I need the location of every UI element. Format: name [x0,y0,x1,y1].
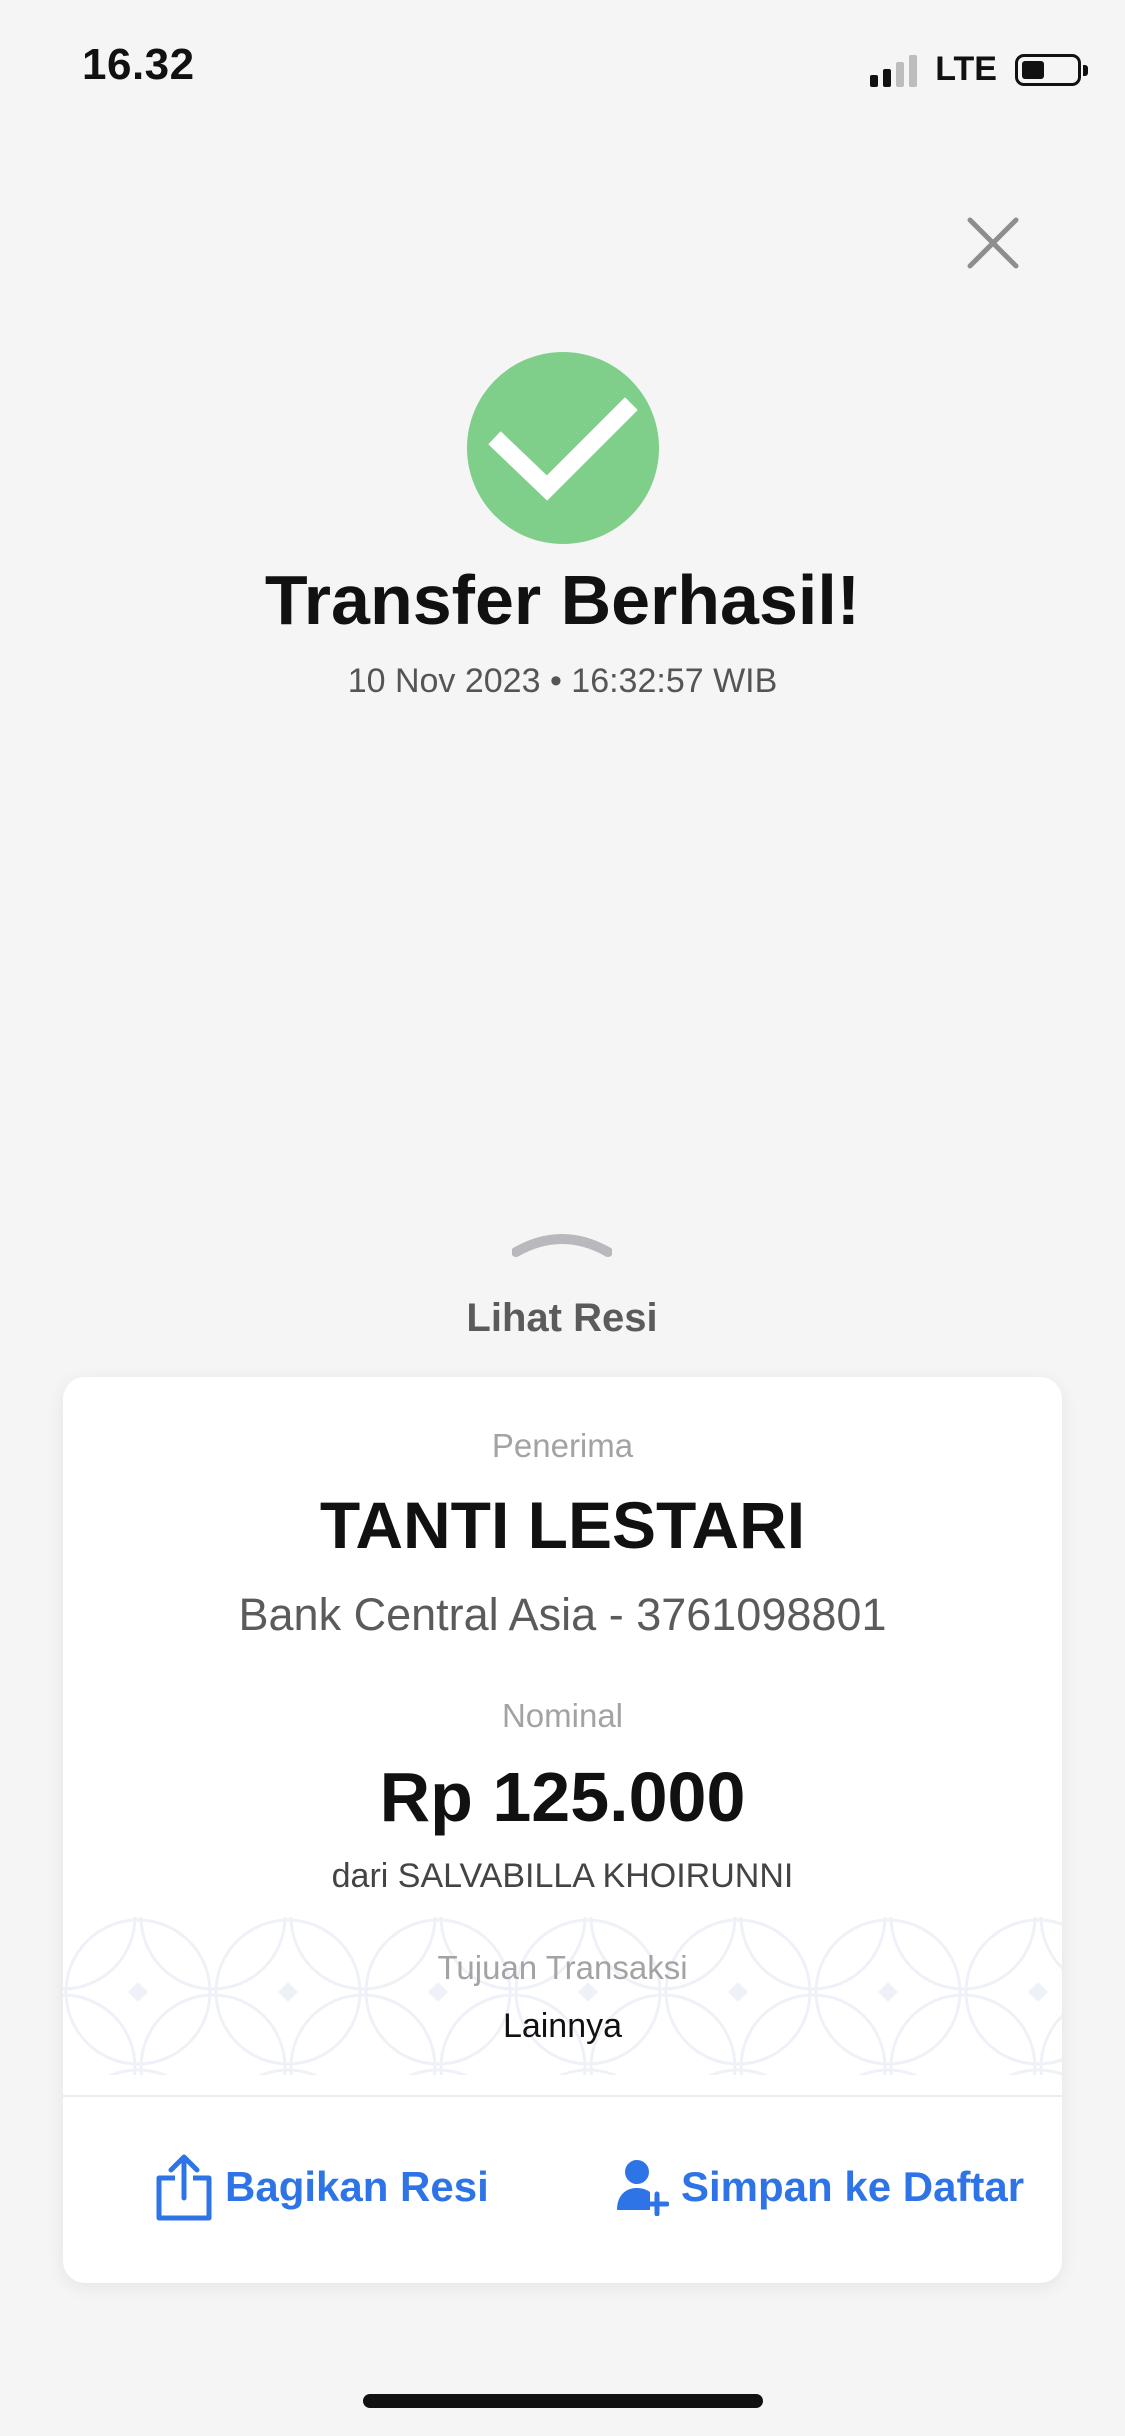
chevron-up-icon [512,1234,612,1257]
receipt-card: Penerima TANTI LESTARI Bank Central Asia… [63,1377,1062,2283]
page-title: Transfer Berhasil! [264,561,861,639]
signal-icon [870,53,918,87]
nominal-amount: Rp 125.000 [379,1758,746,1836]
share-receipt-button[interactable]: Bagikan Resi [155,2147,489,2227]
nominal-label: Nominal [501,1697,624,1734]
network-type: LTE [935,50,997,88]
close-icon [967,217,1019,269]
transaction-datetime: 10 Nov 2023 • 16:32:57 WIB [347,662,778,700]
share-icon [156,2154,212,2221]
add-person-icon [617,2160,669,2216]
home-indicator[interactable] [363,2394,763,2408]
recipient-label: Penerima [491,1427,634,1464]
close-button[interactable] [964,214,1022,272]
recipient-bank-account: Bank Central Asia - 3761098801 [238,1589,887,1640]
decorative-pattern [63,1917,1062,2075]
recipient-name: TANTI LESTARI [319,1488,806,1562]
view-receipt-toggle[interactable]: Lihat Resi [412,1228,712,1348]
check-circle-icon [467,352,659,544]
save-to-list-button[interactable]: Simpan ke Daftar [615,2147,1024,2227]
sender-name: dari SALVABILLA KHOIRUNNI [331,1857,794,1895]
divider [63,2095,1062,2097]
battery-icon [1015,53,1088,86]
status-indicators: LTE [870,50,1088,89]
share-receipt-label: Bagikan Resi [225,2163,489,2210]
status-time: 16.32 [82,40,195,89]
save-to-list-label: Simpan ke Daftar [681,2163,1025,2210]
purpose-value: Lainnya [502,2007,623,2045]
purpose-label: Tujuan Transaksi [437,1949,688,1986]
view-receipt-label: Lihat Resi [466,1296,658,1340]
status-bar: 16.32 LTE [0,0,1125,140]
